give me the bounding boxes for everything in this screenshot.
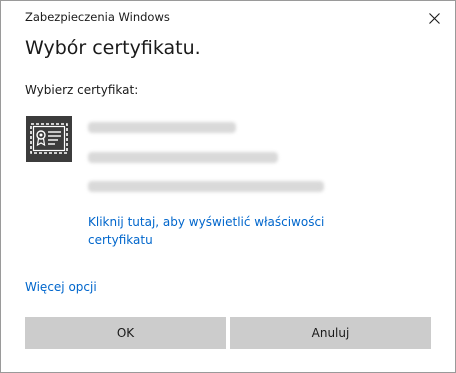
certificate-validity-redacted bbox=[88, 181, 324, 192]
close-button[interactable] bbox=[423, 7, 445, 29]
more-options-link[interactable]: Więcej opcji bbox=[25, 280, 97, 294]
certificate-issued-to-redacted bbox=[88, 122, 236, 133]
certificate-properties-link[interactable]: Kliknij tutaj, aby wyświetlić właściwośc… bbox=[88, 213, 348, 249]
choose-certificate-label: Wybierz certyfikat: bbox=[25, 83, 139, 97]
window-title: Zabezpieczenia Windows bbox=[25, 10, 170, 24]
dialog-heading: Wybór certyfikatu. bbox=[25, 37, 201, 59]
cancel-button[interactable]: Anuluj bbox=[230, 317, 431, 349]
title-bar: Zabezpieczenia Windows bbox=[1, 1, 455, 33]
ok-button[interactable]: OK bbox=[25, 317, 226, 349]
certificate-icon[interactable] bbox=[26, 116, 72, 162]
close-icon bbox=[428, 12, 440, 24]
certificate-issuer-redacted bbox=[88, 152, 278, 163]
certificate-dialog: Zabezpieczenia Windows Wybór certyfikatu… bbox=[0, 0, 456, 373]
